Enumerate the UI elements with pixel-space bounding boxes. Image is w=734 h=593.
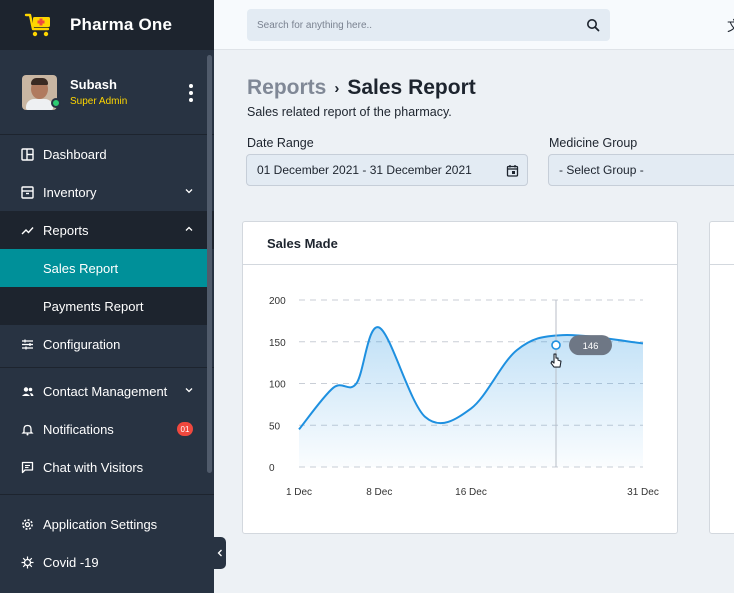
breadcrumb-separator: › xyxy=(334,79,340,97)
trend-icon xyxy=(21,224,34,237)
sidebar-item-notifications[interactable]: Notifications 01 xyxy=(0,410,214,448)
sidebar-item-label: Dashboard xyxy=(43,146,107,162)
sidebar-item-label: Reports xyxy=(43,222,89,238)
sidebar-item-payments-report[interactable]: Payments Report xyxy=(0,287,208,325)
search-placeholder: Search for anything here.. xyxy=(257,19,373,31)
sliders-icon xyxy=(21,338,34,351)
sidebar-nav: Dashboard Inventory Reports Sales Report… xyxy=(0,135,214,581)
translate-icon[interactable]: 文 xyxy=(727,16,734,36)
online-status-dot xyxy=(51,97,61,108)
chevron-down-icon xyxy=(185,388,193,393)
notification-badge: 01 xyxy=(177,422,193,436)
y-tick-label: 50 xyxy=(269,421,281,432)
x-tick-label: 16 Dec xyxy=(455,487,487,498)
sidebar-collapse-button[interactable] xyxy=(214,537,226,569)
nav-divider xyxy=(0,367,214,368)
date-range-value: 01 December 2021 - 31 December 2021 xyxy=(257,163,472,177)
user-role: Super Admin xyxy=(70,96,128,107)
medicine-group-value: - Select Group - xyxy=(559,163,644,177)
chat-icon xyxy=(21,461,34,474)
x-tick-label: 8 Dec xyxy=(366,487,392,498)
y-tick-label: 150 xyxy=(269,338,286,349)
sidebar-item-label: Covid -19 xyxy=(43,554,99,570)
user-name: Subash xyxy=(70,77,117,92)
profile-menu-icon[interactable] xyxy=(189,84,195,105)
y-tick-label: 100 xyxy=(269,380,286,391)
x-tick-label: 31 Dec xyxy=(627,487,659,498)
sidebar-item-configuration[interactable]: Configuration xyxy=(0,325,214,363)
breadcrumb: Reports › Sales Report xyxy=(247,76,476,100)
sidebar-item-application-settings[interactable]: Application Settings xyxy=(0,505,214,543)
nav-divider xyxy=(0,494,214,495)
medicine-group-label: Medicine Group xyxy=(549,136,638,150)
top-bar: Search for anything here.. 文 xyxy=(214,0,734,50)
date-range-field[interactable]: 01 December 2021 - 31 December 2021 xyxy=(246,154,528,186)
y-tick-label: 200 xyxy=(269,296,286,307)
secondary-card xyxy=(709,221,734,534)
sidebar-item-label: Payments Report xyxy=(43,298,144,314)
sidebar-item-reports[interactable]: Reports xyxy=(0,211,214,249)
breadcrumb-reports[interactable]: Reports xyxy=(247,76,326,100)
bell-icon xyxy=(21,423,34,436)
brand-name: Pharma One xyxy=(70,15,173,34)
hover-point xyxy=(551,340,561,350)
brand-header[interactable]: Pharma One xyxy=(0,0,214,50)
tooltip-value: 146 xyxy=(583,341,599,352)
x-tick-label: 1 Dec xyxy=(286,487,312,498)
search-input[interactable]: Search for anything here.. xyxy=(247,9,610,41)
date-range-label: Date Range xyxy=(247,136,314,150)
sidebar-item-label: Chat with Visitors xyxy=(43,459,144,475)
sidebar-item-label: Notifications xyxy=(43,421,114,437)
sidebar-item-label: Inventory xyxy=(43,184,97,200)
calendar-icon[interactable] xyxy=(506,164,519,177)
sidebar-item-label: Contact Management xyxy=(43,383,168,399)
sales-chart: 0 50 100 150 200 1 Dec 8 Dec 16 Dec 31 Dec 146 xyxy=(269,296,659,498)
page-title: Sales Report xyxy=(347,76,476,99)
sidebar-item-chat[interactable]: Chat with Visitors xyxy=(0,448,214,486)
gear-icon xyxy=(21,518,34,531)
avatar xyxy=(22,74,61,110)
virus-icon xyxy=(21,556,34,569)
sidebar-item-sales-report[interactable]: Sales Report xyxy=(0,249,208,287)
sidebar: Pharma One Subash Super Admin Dashboard … xyxy=(0,0,214,593)
sidebar-item-inventory[interactable]: Inventory xyxy=(0,173,214,211)
users-icon xyxy=(21,385,34,398)
y-tick-label: 0 xyxy=(269,463,275,474)
sidebar-item-label: Configuration xyxy=(43,336,121,352)
user-profile[interactable]: Subash Super Admin xyxy=(0,50,214,135)
sidebar-item-label: Sales Report xyxy=(43,260,119,276)
sidebar-item-label: Application Settings xyxy=(43,516,158,532)
page-subtitle: Sales related report of the pharmacy. xyxy=(247,105,452,119)
chevron-left-icon xyxy=(217,549,222,557)
sidebar-item-contact-management[interactable]: Contact Management xyxy=(0,372,214,410)
search-icon[interactable] xyxy=(586,18,600,32)
sales-made-card: Sales Made 0 50 100 150 200 1 Dec 8 Dec 16 Dec 3… xyxy=(242,221,678,534)
cart-logo-icon xyxy=(24,13,50,37)
sidebar-scrollbar[interactable] xyxy=(207,55,212,473)
inventory-icon xyxy=(21,185,34,199)
sidebar-item-covid[interactable]: Covid -19 xyxy=(0,543,214,581)
dashboard-icon xyxy=(21,147,34,161)
medicine-group-select[interactable]: - Select Group - xyxy=(548,154,734,186)
sidebar-item-dashboard[interactable]: Dashboard xyxy=(0,135,214,173)
chevron-up-icon xyxy=(185,226,193,231)
chevron-down-icon xyxy=(185,189,193,194)
